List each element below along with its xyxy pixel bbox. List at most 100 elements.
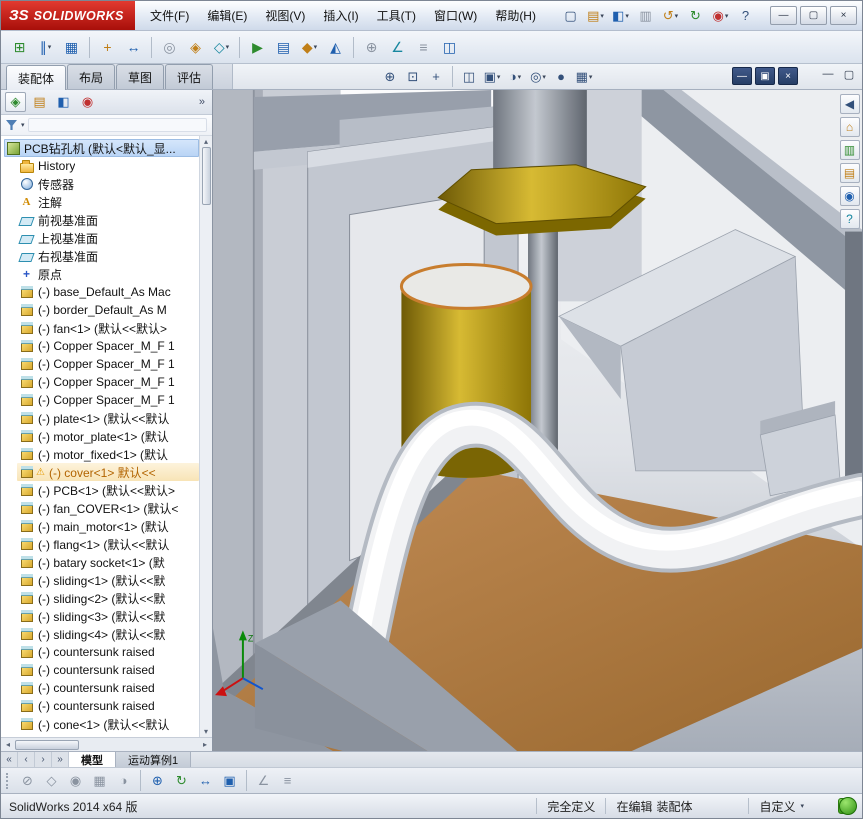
menu-insert[interactable]: 插入(I) [314,1,367,30]
menu-tools[interactable]: 工具(T) [368,1,425,30]
tree-item-fan[interactable]: (-) fan<1> (默认<<默认> [17,319,199,337]
doc-minimize-button[interactable]: — [732,67,752,85]
new-document-icon[interactable]: ▢ [559,4,582,27]
section-view-icon[interactable]: ◫ [437,35,462,60]
reference-geometry-icon[interactable]: ◇ ▾ [209,35,234,60]
collapse-arrow-icon[interactable]: ◀ [839,94,860,114]
scene-icon[interactable]: ▦ ▾ [573,66,595,87]
insert-components-icon[interactable]: ⊞ [7,35,32,60]
menu-file[interactable]: 文件(F) [141,1,198,30]
scrollbar-thumb[interactable] [15,739,79,750]
scroll-up-icon[interactable]: ▴ [204,137,208,146]
appearance-manager-icon[interactable]: ◉ [77,92,98,112]
tree-item-base[interactable]: (-) base_Default_As Mac [17,283,199,301]
tree-item-right-plane[interactable]: 右视基准面 [17,247,199,265]
tree-item-root[interactable]: PCB钻孔机 (默认<默认_显... [4,139,199,157]
dropdown-caret-icon[interactable]: ▾ [21,121,25,129]
close-button[interactable]: × [830,6,857,25]
tab-scroll-first-icon[interactable]: « [1,752,18,767]
appearances-icon[interactable]: ● [550,66,572,87]
toolbar-grip[interactable] [6,772,10,789]
feature-manager-icon[interactable]: ◈ [5,92,26,112]
pan-view-icon[interactable]: ↔ [194,770,217,791]
hide-all-types-icon[interactable]: ◇ [40,770,63,791]
configuration-manager-icon[interactable]: ◧ [53,92,74,112]
rotate-view-icon[interactable]: ↻ [170,770,193,791]
scroll-right-icon[interactable]: ▸ [198,740,212,749]
menu-help[interactable]: 帮助(H) [486,1,545,30]
minimize-button[interactable]: — [770,6,797,25]
property-manager-icon[interactable]: ▤ [29,92,50,112]
mate-icon[interactable]: ∥ ▾ [33,35,58,60]
tree-item-history[interactable]: History [17,157,199,175]
tree-item-countersunk-1[interactable]: (-) countersunk raised [17,643,199,661]
menu-view[interactable]: 视图(V) [256,1,314,30]
tree-item-copper-spacer-2[interactable]: (-) Copper Spacer_M_F 1 [17,355,199,373]
home-icon[interactable]: ⌂ [839,117,860,137]
tree-item-origin[interactable]: + 原点 [17,265,199,283]
tree-item-copper-spacer-1[interactable]: (-) Copper Spacer_M_F 1 [17,337,199,355]
tab-motion-study[interactable]: 运动算例1 [116,752,192,767]
orientation-cube-icon[interactable]: ▣ [218,770,241,791]
edit-appearance-icon[interactable]: ◉ [64,770,87,791]
section-view-icon[interactable]: ◫ [458,66,480,87]
exploded-view-icon[interactable]: ◆ ▾ [297,35,322,60]
scroll-left-icon[interactable]: ◂ [1,740,15,749]
tree-item-countersunk-3[interactable]: (-) countersunk raised [17,679,199,697]
zoom-area-icon[interactable]: ⊡ [402,66,424,87]
tree-item-top-plane[interactable]: 上视基准面 [17,229,199,247]
tree-item-motor-fixed[interactable]: (-) motor_fixed<1> (默认 [17,445,199,463]
tree-item-countersunk-4[interactable]: (-) countersunk raised [17,697,199,715]
smart-fasteners-icon[interactable]: + [95,35,120,60]
tree-item-cone[interactable]: (-) cone<1> (默认<<默认 [17,715,199,733]
sketch-icon[interactable]: ∠ [385,35,410,60]
measure-icon[interactable]: ≡ [411,35,436,60]
show-hidden-components-icon[interactable]: ◎ [157,35,182,60]
tree-item-flang[interactable]: (-) flang<1> (默认<<默认 [17,535,199,553]
tree-item-sliding-1[interactable]: (-) sliding<1> (默认<<默 [17,571,199,589]
display-style-icon[interactable]: ◑ ▾ [504,66,526,87]
tab-scroll-next-icon[interactable]: › [35,752,52,767]
tree-vertical-scrollbar[interactable]: ▴ ▾ [199,136,212,737]
open-icon[interactable]: ▤ ▾ [584,4,607,27]
tree-item-countersunk-2[interactable]: (-) countersunk raised [17,661,199,679]
spindle-motor[interactable] [493,90,587,176]
maximize-button[interactable]: ▢ [800,6,827,25]
menu-window[interactable]: 窗口(W) [425,1,486,30]
filter-funnel-icon[interactable] [6,120,17,130]
options-icon[interactable]: ◉ ▾ [709,4,732,27]
tree-item-pcb[interactable]: (-) PCB<1> (默认<<默认> [17,481,199,499]
tree-item-plate[interactable]: (-) plate<1> (默认<<默认 [17,409,199,427]
zoom-fit-icon[interactable]: ⊕ [379,66,401,87]
assembly-features-icon[interactable]: ◈ [183,35,208,60]
tree-horizontal-scrollbar[interactable]: ◂ ▸ [1,737,212,751]
undo-icon[interactable]: ↺ ▾ [659,4,682,27]
tree-item-cover[interactable]: ⚠ (-) cover<1> 默认<< [17,463,199,481]
scrollbar-thumb[interactable] [201,147,211,205]
tab-sketch[interactable]: 草图 [116,64,165,89]
tab-assembly[interactable]: 装配体 [6,65,67,90]
doc-close-button[interactable]: × [778,67,798,85]
tab-layout[interactable]: 布局 [67,64,116,89]
tree-item-fan-cover[interactable]: (-) fan_COVER<1> (默认< [17,499,199,517]
motion-study-icon[interactable]: ▶ [245,35,270,60]
tab-model[interactable]: 模型 [69,752,116,767]
help-icon[interactable]: ? [734,4,757,27]
tree-item-batary-socket[interactable]: (-) batary socket<1> (默 [17,553,199,571]
sketch-tool-icon[interactable]: ∠ [252,770,275,791]
appearances-scenes-icon[interactable]: ◉ [839,186,860,206]
tree-item-annotations[interactable]: A 注解 [17,193,199,211]
print-icon[interactable]: ▥ [634,4,657,27]
tree-item-motor-plate[interactable]: (-) motor_plate<1> (默认 [17,427,199,445]
component-pattern-icon[interactable]: ▦ [59,35,84,60]
graphics-viewport[interactable]: Z ◀ ⌂ ▥ ▤ ◉ ? [213,90,862,751]
tab-evaluate[interactable]: 评估 [165,64,214,89]
rebuild-icon[interactable]: ↻ [684,4,707,27]
tree-item-sliding-4[interactable]: (-) sliding<4> (默认<<默 [17,625,199,643]
interference-detection-icon[interactable]: ⊕ [359,35,384,60]
scroll-down-icon[interactable]: ▾ [204,727,208,736]
tab-scroll-last-icon[interactable]: » [52,752,69,767]
doc-restore-button[interactable]: ▣ [755,67,775,85]
measure-tool-icon[interactable]: ≡ [276,770,299,791]
view-orientation-icon[interactable]: ▣ ▾ [481,66,503,87]
